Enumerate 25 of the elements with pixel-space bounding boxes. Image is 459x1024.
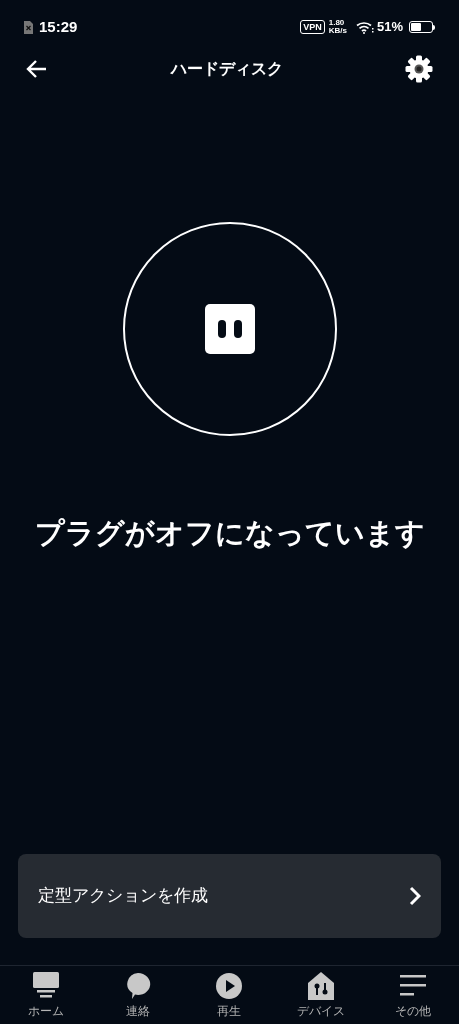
wifi-icon (355, 20, 374, 34)
vpn-badge: VPN (300, 20, 325, 34)
nav-tab[interactable]: ホーム (0, 971, 92, 1019)
sim-card-icon (24, 20, 33, 34)
nav-tab[interactable]: その他 (367, 971, 459, 1019)
power-toggle[interactable] (122, 222, 337, 436)
smart-home-icon (308, 972, 335, 1000)
network-speed: 1.80 (328, 19, 346, 27)
nav-tab[interactable]: 再生 (183, 971, 276, 1019)
battery-icon (409, 21, 435, 33)
home-icon (31, 972, 60, 1000)
chat-bubble-icon (124, 972, 151, 1000)
create-routine-card[interactable]: 定型アクションを作成 (18, 854, 441, 938)
menu-icon (400, 975, 427, 997)
battery-percent: 51% (376, 18, 403, 37)
page-title: ハードディスク (169, 59, 284, 79)
back-button[interactable] (26, 58, 48, 80)
status-time: 15:29 (39, 16, 78, 37)
device-status-text: プラグがオフになっています (33, 516, 426, 551)
nav-tab[interactable]: 連絡 (91, 971, 184, 1019)
nav-tab[interactable]: デバイス (275, 971, 368, 1019)
play-icon (216, 973, 243, 999)
plug-icon (204, 304, 255, 354)
chevron-right-icon (409, 886, 421, 906)
network-speed-unit: KB/s (328, 27, 347, 35)
